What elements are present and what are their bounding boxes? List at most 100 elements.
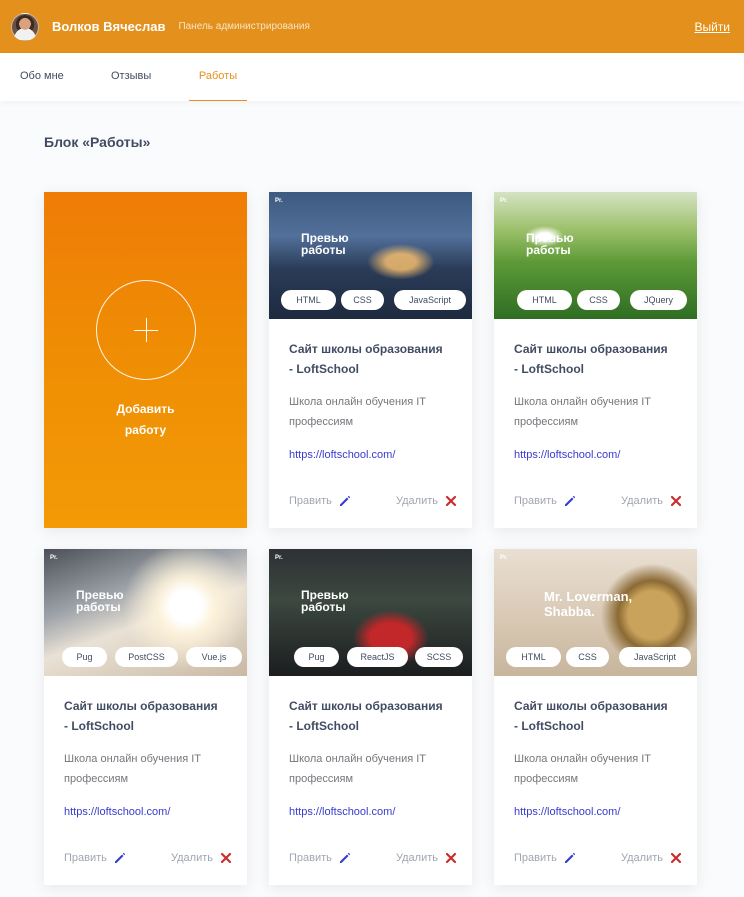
work-title-line2: - LoftSchool xyxy=(514,719,584,733)
work-card: Pr. Превью работы HTML CSS JQuery Сайт шко… xyxy=(494,192,697,528)
work-title-line2: - LoftSchool xyxy=(289,719,359,733)
preview-logo: Pr. xyxy=(50,555,58,561)
close-icon xyxy=(669,851,683,865)
work-card: Pr. Mr. Loverman, Shabba. HTML CSS JavaScr… xyxy=(494,549,697,885)
work-desc-line2: профессиям xyxy=(64,773,129,785)
work-card: Pr. Превью работы HTML CSS JavaScript Сайт… xyxy=(269,192,472,528)
delete-label: Удалить xyxy=(396,495,438,507)
work-title-line2: - LoftSchool xyxy=(514,362,584,376)
tech-tags: Pug ReactJS SCSS xyxy=(269,647,472,667)
preview-title-line1: Mr. Loverman, xyxy=(544,589,633,604)
preview-title-line2: работы xyxy=(301,243,346,257)
tech-tags: HTML CSS JavaScript xyxy=(494,647,697,667)
work-desc-line1: Школа онлайн обучения IT xyxy=(289,753,427,765)
edit-label: Править xyxy=(289,852,332,864)
work-desc-line2: профессиям xyxy=(514,773,579,785)
preview-logo: Pr. xyxy=(275,198,283,204)
tech-tag: PostCSS xyxy=(115,647,178,667)
work-title: Сайт школы образования - LoftSchool xyxy=(64,696,234,736)
work-preview-image: Pr. Превью работы Pug PostCSS Vue.js xyxy=(44,549,247,676)
tech-tag: CSS xyxy=(577,290,620,310)
preview-title: Превью работы xyxy=(526,232,606,256)
preview-title: Превью работы xyxy=(76,589,156,613)
delete-button[interactable]: Удалить xyxy=(621,851,683,865)
delete-label: Удалить xyxy=(396,852,438,864)
add-work-button[interactable]: Добавить работу xyxy=(44,192,247,528)
section-title: Блок «Работы» xyxy=(44,134,151,150)
work-card: Pr. Превью работы Pug PostCSS Vue.js Сайт … xyxy=(44,549,247,885)
work-description: Школа онлайн обучения IT профессиям xyxy=(64,749,234,789)
work-title-line2: - LoftSchool xyxy=(64,719,134,733)
work-description: Школа онлайн обучения IT профессиям xyxy=(514,392,684,432)
preview-title: Превью работы xyxy=(301,232,381,256)
pencil-icon xyxy=(338,494,352,508)
work-description: Школа онлайн обучения IT профессиям xyxy=(289,392,459,432)
work-link[interactable]: https://loftschool.com/ xyxy=(514,806,620,818)
preview-title-line2: работы xyxy=(526,243,571,257)
preview-logo: Pr. xyxy=(275,555,283,561)
add-work-label: Добавить работу xyxy=(44,399,247,441)
work-description: Школа онлайн обучения IT профессиям xyxy=(514,749,684,789)
work-desc-line2: профессиям xyxy=(289,773,354,785)
delete-button[interactable]: Удалить xyxy=(171,851,233,865)
work-title-line1: Сайт школы образования xyxy=(64,699,218,713)
tech-tag: Pug xyxy=(62,647,107,667)
delete-button[interactable]: Удалить xyxy=(396,494,458,508)
work-desc-line2: профессиям xyxy=(514,416,579,428)
edit-button[interactable]: Править xyxy=(289,494,352,508)
tech-tag: JavaScript xyxy=(394,290,466,310)
tech-tag: Pug xyxy=(294,647,339,667)
edit-button[interactable]: Править xyxy=(514,494,577,508)
work-description: Школа онлайн обучения IT профессиям xyxy=(289,749,459,789)
tech-tags: Pug PostCSS Vue.js xyxy=(44,647,247,667)
tab-about[interactable]: Обо мне xyxy=(20,53,68,101)
header: Волков Вячеслав Панель администрирования… xyxy=(0,0,744,53)
edit-button[interactable]: Править xyxy=(289,851,352,865)
work-desc-line1: Школа онлайн обучения IT xyxy=(514,753,652,765)
tech-tag: HTML xyxy=(517,290,572,310)
tech-tag: ReactJS xyxy=(347,647,408,667)
pencil-icon xyxy=(563,851,577,865)
work-title-line1: Сайт школы образования xyxy=(514,699,668,713)
close-icon xyxy=(444,851,458,865)
tech-tag: CSS xyxy=(341,290,384,310)
tech-tags: HTML CSS JavaScript xyxy=(269,290,472,310)
work-title-line1: Сайт школы образования xyxy=(289,699,443,713)
tech-tag: HTML xyxy=(506,647,561,667)
work-link[interactable]: https://loftschool.com/ xyxy=(514,449,620,461)
user-name: Волков Вячеслав xyxy=(52,19,166,34)
work-link[interactable]: https://loftschool.com/ xyxy=(289,449,395,461)
tab-works[interactable]: Работы xyxy=(189,53,247,101)
work-desc-line1: Школа онлайн обучения IT xyxy=(289,396,427,408)
tab-bar: Обо мне Отзывы Работы xyxy=(0,53,744,101)
delete-label: Удалить xyxy=(621,852,663,864)
work-link[interactable]: https://loftschool.com/ xyxy=(289,806,395,818)
delete-button[interactable]: Удалить xyxy=(621,494,683,508)
edit-label: Править xyxy=(514,852,557,864)
delete-button[interactable]: Удалить xyxy=(396,851,458,865)
tech-tag: JQuery xyxy=(630,290,687,310)
tech-tag: SCSS xyxy=(415,647,463,667)
preview-title-line2: работы xyxy=(301,600,346,614)
work-preview-image: Pr. Mr. Loverman, Shabba. HTML CSS JavaScr… xyxy=(494,549,697,676)
work-card: Pr. Превью работы Pug ReactJS SCSS Сайт шк… xyxy=(269,549,472,885)
work-title: Сайт школы образования - LoftSchool xyxy=(289,339,459,379)
preview-logo: Pr. xyxy=(500,198,508,204)
work-link[interactable]: https://loftschool.com/ xyxy=(64,806,170,818)
work-title: Сайт школы образования - LoftSchool xyxy=(289,696,459,736)
edit-button[interactable]: Править xyxy=(514,851,577,865)
work-desc-line2: профессиям xyxy=(289,416,354,428)
work-preview-image: Pr. Превью работы Pug ReactJS SCSS xyxy=(269,549,472,676)
tech-tags: HTML CSS JQuery xyxy=(494,290,697,310)
preview-title: Mr. Loverman, Shabba. xyxy=(544,589,654,619)
preview-title-line2: Shabba. xyxy=(544,604,595,619)
tab-reviews[interactable]: Отзывы xyxy=(111,53,155,101)
close-icon xyxy=(444,494,458,508)
edit-button[interactable]: Править xyxy=(64,851,127,865)
work-title: Сайт школы образования - LoftSchool xyxy=(514,339,684,379)
preview-title: Превью работы xyxy=(301,589,381,613)
logout-link[interactable]: Выйти xyxy=(694,20,730,34)
close-icon xyxy=(669,494,683,508)
edit-label: Править xyxy=(64,852,107,864)
work-desc-line1: Школа онлайн обучения IT xyxy=(514,396,652,408)
